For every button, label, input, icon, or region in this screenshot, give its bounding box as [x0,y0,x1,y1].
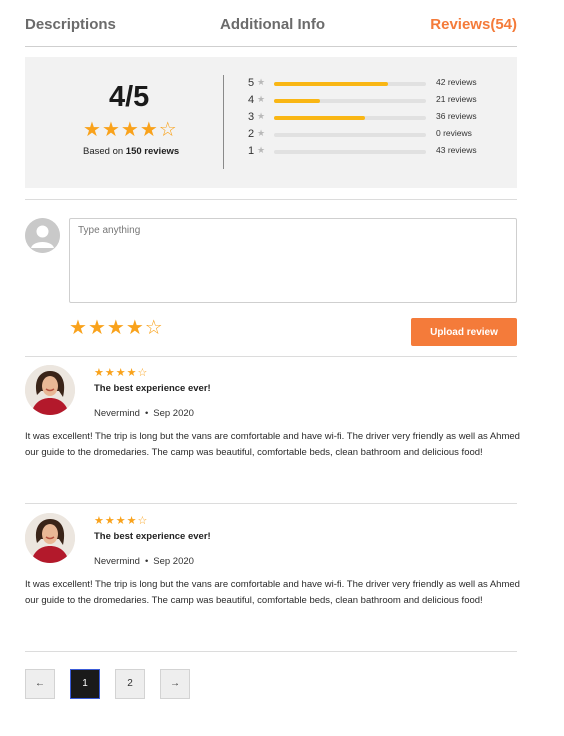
star-filled-icon: ★ [139,119,159,141]
breakdown-row-5: 5 ★ 42 reviews [248,77,508,94]
review-text-input[interactable] [69,218,517,303]
breakdown-track [274,82,426,86]
breakdown-track [274,150,426,154]
breakdown-star-count: 3 [248,111,255,123]
star-icon: ★ [257,77,266,87]
star-icon: ★ [257,111,266,121]
tab-bar: Descriptions Additional Info Reviews(54) [25,14,517,47]
review-body: It was excellent! The trip is long but t… [25,579,520,606]
based-on-prefix: Based on [83,146,124,157]
divider [25,503,517,504]
star-filled-icon[interactable]: ★ [126,317,145,339]
star-filled-icon: ★ [104,367,116,379]
star-icon: ★ [257,145,266,155]
breakdown-row-2: 2 ★ 0 reviews [248,128,508,145]
bullet-separator: • [144,556,149,567]
page-2-button[interactable]: 2 [115,669,145,699]
review-author: Nevermind [94,408,140,419]
based-on-count: 150 reviews [125,146,180,157]
review-card: ★★★★☆ The best experience ever! Nevermin… [25,513,520,623]
breakdown-label: 43 reviews [436,145,477,155]
star-outline-icon: ☆ [158,119,178,141]
star-outline-icon: ☆ [137,367,149,379]
tab-additional-info[interactable]: Additional Info [220,16,325,33]
star-filled-icon: ★ [83,119,102,141]
review-title: The best experience ever! [94,531,211,542]
review-meta: Nevermind • Sep 2020 [94,408,194,419]
bullet-separator: • [144,408,149,419]
review-card: ★★★★☆ The best experience ever! Nevermin… [25,365,520,475]
star-filled-icon[interactable]: ★ [88,317,107,339]
divider [25,356,517,357]
breakdown-track [274,99,426,103]
tab-descriptions[interactable]: Descriptions [25,16,116,33]
star-filled-icon: ★ [104,515,116,527]
divider [25,651,517,652]
breakdown-label: 0 reviews [436,128,472,138]
review-rating: ★★★★☆ [94,368,148,379]
review-date: Sep 2020 [153,556,194,567]
prev-page-button[interactable]: ← [25,669,55,699]
star-filled-icon: ★ [94,515,105,527]
rating-breakdown: 5 ★ 42 reviews 4 ★ 21 reviews 3 ★ 36 rev… [248,77,508,162]
star-icon: ★ [257,94,266,104]
average-score: 4/5 [109,81,150,113]
average-stars: ★★★★☆ [83,120,178,140]
star-outline-icon[interactable]: ☆ [145,317,164,339]
breakdown-fill [274,82,388,86]
star-filled-icon: ★ [115,367,127,379]
page-1-button[interactable]: 1 [70,669,100,699]
review-title: The best experience ever! [94,383,211,394]
review-date: Sep 2020 [153,408,194,419]
star-filled-icon: ★ [101,119,121,141]
star-filled-icon: ★ [94,367,105,379]
star-filled-icon[interactable]: ★ [69,317,88,339]
breakdown-row-4: 4 ★ 21 reviews [248,94,508,111]
user-avatar-icon [25,218,60,253]
breakdown-star-count: 5 [248,77,255,89]
star-filled-icon: ★ [115,515,127,527]
breakdown-star-count: 2 [248,128,255,140]
breakdown-star-count: 4 [248,94,255,106]
reviewer-avatar [25,513,75,563]
star-filled-icon: ★ [120,119,140,141]
breakdown-label: 21 reviews [436,94,477,104]
breakdown-star-count: 1 [248,145,255,157]
star-filled-icon: ★ [126,515,138,527]
breakdown-label: 42 reviews [436,77,477,87]
review-rating: ★★★★☆ [94,516,148,527]
breakdown-track [274,116,426,120]
star-filled-icon[interactable]: ★ [107,317,126,339]
based-on-text: Based on 150 reviews [83,146,179,157]
review-author: Nevermind [94,556,140,567]
reviewer-avatar [25,365,75,415]
breakdown-track [274,133,426,137]
rating-summary: 4/5 ★★★★☆ Based on 150 reviews 5 ★ 42 re… [25,57,517,188]
upload-review-button[interactable]: Upload review [411,318,517,346]
next-page-button[interactable]: → [160,669,190,699]
breakdown-fill [274,116,366,120]
star-filled-icon: ★ [126,367,138,379]
summary-divider [223,75,224,169]
divider [25,199,517,200]
star-icon: ★ [257,128,266,138]
rating-input[interactable]: ★★★★☆ [69,318,164,338]
review-body: It was excellent! The trip is long but t… [25,431,520,458]
breakdown-label: 36 reviews [436,111,477,121]
review-meta: Nevermind • Sep 2020 [94,556,194,567]
tab-reviews[interactable]: Reviews(54) [430,16,517,33]
breakdown-fill [274,99,320,103]
star-outline-icon: ☆ [137,515,149,527]
breakdown-row-1: 1 ★ 43 reviews [248,145,508,162]
breakdown-row-3: 3 ★ 36 reviews [248,111,508,128]
